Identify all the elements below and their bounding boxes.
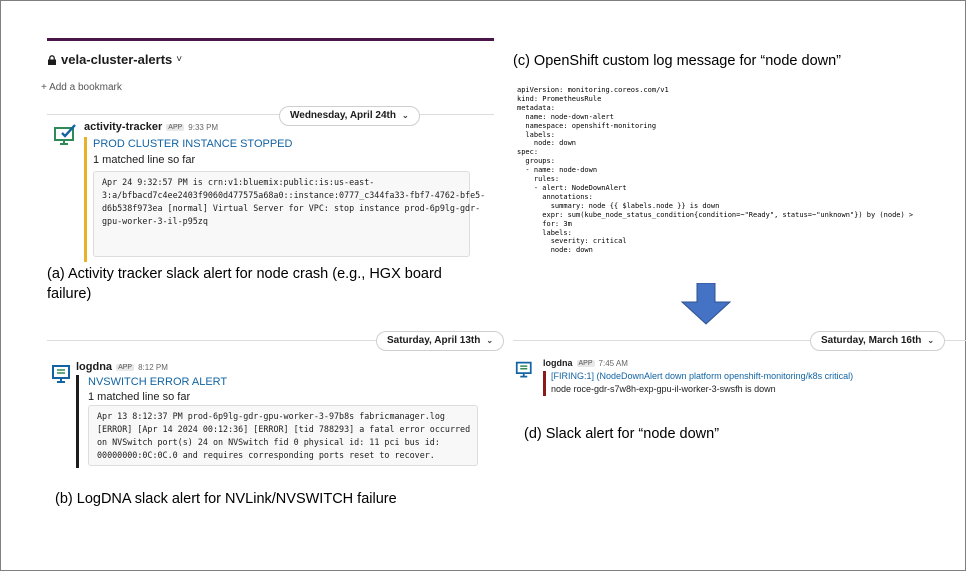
log-line: d6b538f973ea [normal] Virtual Server for… (102, 203, 481, 213)
log-line: Apr 13 8:12:37 PM prod-6p9lg-gdr-gpu-wor… (97, 411, 445, 421)
date-label: Wednesday, April 24th (290, 110, 396, 121)
lock-icon (48, 54, 56, 65)
yaml-line: for: 3m (517, 219, 572, 228)
yaml-line: name: node-down-alert (517, 112, 614, 121)
log-code-block: Apr 13 8:12:37 PM prod-6p9lg-gdr-gpu-wor… (88, 405, 478, 466)
matched-line-count: 1 matched line so far (93, 154, 196, 166)
date-divider-button[interactable]: Saturday, March 16th ⌄ (810, 331, 946, 351)
caption-a-line1: (a) Activity tracker slack alert for nod… (47, 266, 442, 282)
prometheus-rule-yaml: apiVersion: monitoring.coreos.com/v1 kind… (517, 86, 913, 255)
logdna-avatar-icon[interactable] (51, 363, 75, 387)
channel-header[interactable]: vela-cluster-alerts ˅ (47, 52, 182, 67)
activity-tracker-avatar-icon[interactable] (53, 123, 77, 147)
sender-name[interactable]: activity-tracker (84, 121, 162, 133)
down-arrow (680, 283, 732, 325)
message-sender[interactable]: logdna APP 7:45 AM (543, 358, 628, 368)
alert-title-link[interactable]: PROD CLUSTER INSTANCE STOPPED (93, 138, 292, 150)
chevron-down-icon: ⌄ (486, 336, 494, 345)
date-divider-button[interactable]: Wednesday, April 24th ⌄ (279, 106, 420, 126)
log-code-block: Apr 24 9:32:57 PM is crn:v1:bluemix:publ… (93, 171, 486, 257)
channel-header-accent (47, 38, 494, 41)
date-label: Saturday, March 16th (821, 335, 922, 346)
chevron-down-icon: ⌄ (927, 336, 935, 345)
yaml-line: metadata: (517, 103, 555, 112)
add-bookmark-button[interactable]: + Add a bookmark (41, 82, 122, 93)
app-badge: APP (116, 363, 135, 371)
message-time[interactable]: 8:12 PM (138, 363, 168, 372)
date-label: Saturday, April 13th (387, 335, 481, 346)
yaml-line: summary: node {{ $labels.node }} is down (517, 201, 720, 210)
sender-name[interactable]: logdna (543, 358, 573, 368)
yaml-line: apiVersion: monitoring.coreos.com/v1 (517, 86, 669, 94)
date-divider-line (47, 114, 494, 115)
log-line: Apr 24 9:32:57 PM is crn:v1:bluemix:publ… (102, 177, 375, 187)
date-divider-button[interactable]: Saturday, April 13th ⌄ (376, 331, 505, 351)
yaml-line: - name: node-down (517, 166, 598, 175)
message-sender[interactable]: activity-tracker APP 9:33 PM (84, 121, 218, 133)
attachment-accent-bar (84, 137, 87, 262)
channel-name: vela-cluster-alerts (61, 52, 173, 67)
yaml-line: node: down (517, 246, 593, 255)
logdna-avatar-icon[interactable] (515, 360, 536, 381)
alert-title-link[interactable]: NVSWITCH ERROR ALERT (88, 376, 227, 388)
yaml-line: rules: (517, 175, 560, 184)
yaml-line: annotations: (517, 192, 593, 201)
yaml-line: labels: (517, 130, 555, 139)
yaml-line: node: down (517, 139, 577, 148)
message-time[interactable]: 9:33 PM (188, 123, 218, 132)
app-badge: APP (166, 123, 185, 131)
node-down-message: node roce-gdr-s7w8h-exp-gpu-il-worker-3-… (551, 384, 776, 394)
attachment-accent-bar (76, 375, 79, 468)
message-time[interactable]: 7:45 AM (599, 359, 628, 368)
chevron-down-icon: ˅ (176, 54, 183, 65)
sender-name[interactable]: logdna (76, 361, 112, 373)
caption-d: (d) Slack alert for “node down” (524, 426, 720, 442)
caption-c: (c) OpenShift custom log message for “no… (513, 53, 842, 69)
attachment-accent-bar (543, 371, 546, 396)
log-line: [ERROR] [Apr 14 2024 00:12:36] [ERROR] [… (97, 424, 471, 434)
yaml-line: spec: (517, 148, 539, 157)
app-badge: APP (576, 359, 595, 367)
yaml-line: labels: (517, 228, 572, 237)
matched-line-count: 1 matched line so far (88, 391, 191, 403)
message-sender[interactable]: logdna APP 8:12 PM (76, 361, 168, 373)
caption-b: (b) LogDNA slack alert for NVLink/NVSWIT… (55, 491, 397, 507)
yaml-line: groups: (517, 157, 555, 166)
yaml-line: namespace: openshift-monitoring (517, 121, 657, 130)
caption-a-line2: failure) (47, 286, 92, 302)
yaml-line: severity: critical (517, 237, 627, 246)
log-line: 3:a/bfbacd7c4ee2403f9060d477575a68a0::in… (102, 190, 486, 200)
yaml-line: kind: PrometheusRule (517, 94, 602, 103)
chevron-down-icon: ⌄ (401, 111, 409, 120)
yaml-line: - alert: NodeDownAlert (517, 183, 627, 192)
yaml-line: expr: sum(kube_node_status_condition{con… (517, 210, 914, 219)
log-line: 00000000:0C:0C.0 and requires correspond… (97, 450, 435, 460)
firing-alert-link[interactable]: [FIRING:1] (NodeDownAlert down platform … (551, 371, 853, 381)
log-line: gpu-worker-3-il-p95zq (102, 216, 208, 226)
log-line: on NVSwitch port(s) 24 on NVSwitch fid 0… (97, 437, 440, 447)
